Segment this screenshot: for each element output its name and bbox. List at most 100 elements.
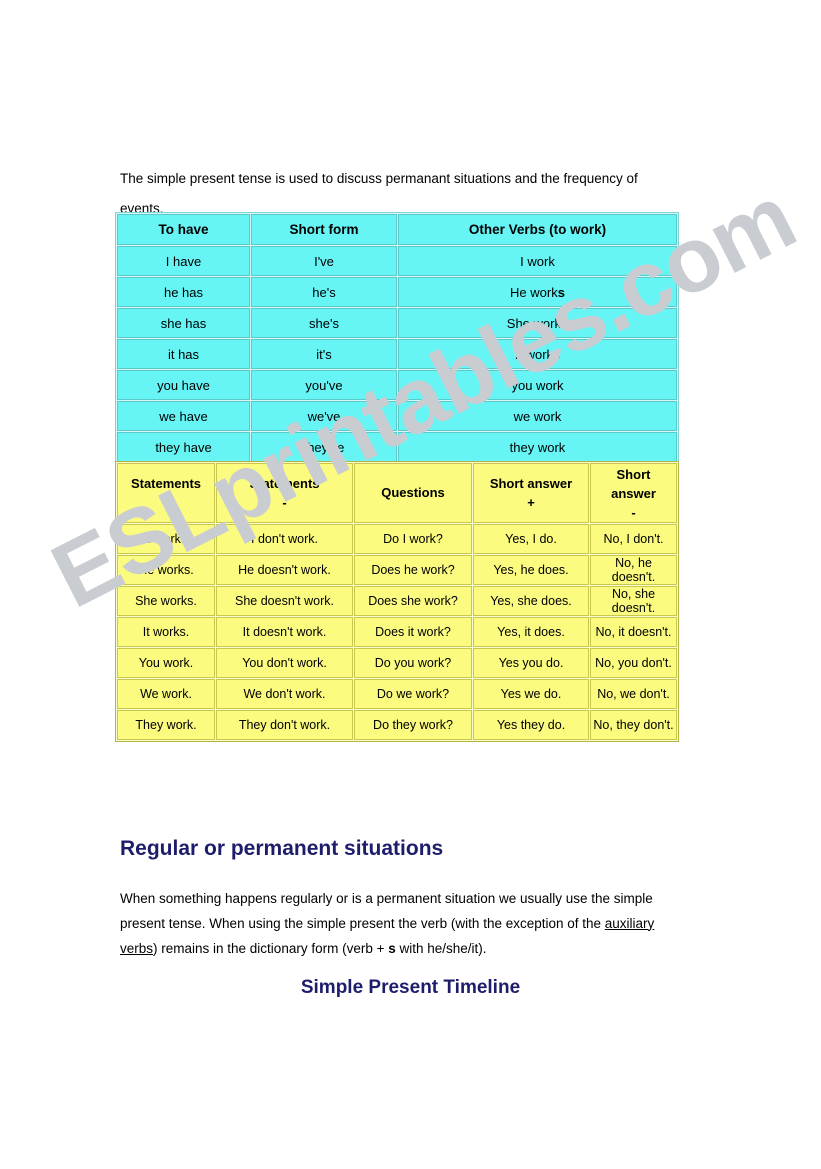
header-sign: + <box>162 495 170 510</box>
body-text-part2: ) remains in the dictionary form (verb + <box>153 940 389 956</box>
cell-short-answer-negative: No, it doesn't. <box>590 617 677 647</box>
cell-other-verb: you work <box>398 370 677 400</box>
table-row: she has she's She works <box>117 308 677 338</box>
cell-statement-negative: It doesn't work. <box>216 617 353 647</box>
cell-statement-negative: You don't work. <box>216 648 353 678</box>
section-heading-regular-permanent: Regular or permanent situations <box>120 837 444 861</box>
column-header-to-have: To have <box>117 214 250 245</box>
header-label: Statements <box>249 476 320 491</box>
cell-to-have: I have <box>117 246 250 276</box>
verb-s-suffix: s <box>553 346 561 362</box>
cell-question: Do you work? <box>354 648 472 678</box>
cell-to-have: it has <box>117 339 250 369</box>
cell-short-form: I've <box>251 246 397 276</box>
cell-question: Do they work? <box>354 710 472 740</box>
cell-other-verb: they work <box>398 432 677 462</box>
column-header-other-verbs: Other Verbs (to work) <box>398 214 677 245</box>
verb-stem: you work <box>511 377 564 393</box>
cell-short-answer-negative: No, she doesn't. <box>590 586 677 616</box>
body-text-part1: When something happens regularly or is a… <box>120 890 653 931</box>
column-header-short-answer-negative: Short answer - <box>590 463 677 523</box>
header-sign: + <box>527 495 535 510</box>
worksheet-page: The simple present tense is used to disc… <box>0 0 821 1169</box>
cell-short-answer-positive: Yes, it does. <box>473 617 589 647</box>
cell-question: Does she work? <box>354 586 472 616</box>
table-row: I have I've I work <box>117 246 677 276</box>
cell-statement-positive: We work. <box>117 679 215 709</box>
cell-statement-negative: They don't work. <box>216 710 353 740</box>
table-row: We work. We don't work. Do we work? Yes … <box>117 679 677 709</box>
cell-to-have: she has <box>117 308 250 338</box>
section-body-paragraph: When something happens regularly or is a… <box>120 886 682 961</box>
verb-forms-table: Statements + Statements - Questions Shor… <box>115 461 679 742</box>
cell-question: Does it work? <box>354 617 472 647</box>
to-have-table-body: I have I've I work he has he's He works … <box>117 246 677 462</box>
cell-short-answer-positive: Yes we do. <box>473 679 589 709</box>
verb-stem: It work <box>514 346 554 362</box>
verb-s-suffix: s <box>560 315 569 331</box>
cell-to-have: they have <box>117 432 250 462</box>
table-row: he has he's He works <box>117 277 677 307</box>
header-label: Statements <box>130 476 202 491</box>
cell-other-verb: I work <box>398 246 677 276</box>
cell-other-verb: we work <box>398 401 677 431</box>
cell-other-verb: She works <box>398 308 677 338</box>
table-header-row: Statements + Statements - Questions Shor… <box>117 463 677 523</box>
cell-short-form: you've <box>251 370 397 400</box>
header-sign: - <box>631 504 636 520</box>
cell-question: Do we work? <box>354 679 472 709</box>
header-sign: - <box>282 495 287 510</box>
cell-short-form: they've <box>251 432 397 462</box>
table-row: we have we've we work <box>117 401 677 431</box>
cell-statement-negative: He doesn't work. <box>216 555 353 585</box>
table-row: it has it's It works <box>117 339 677 369</box>
column-header-statements-positive: Statements + <box>117 463 215 523</box>
cell-to-have: you have <box>117 370 250 400</box>
column-header-statements-negative: Statements - <box>216 463 353 523</box>
cell-short-answer-negative: No, I don't. <box>590 524 677 554</box>
cell-short-answer-positive: Yes you do. <box>473 648 589 678</box>
cell-question: Does he work? <box>354 555 472 585</box>
cell-statement-positive: It works. <box>117 617 215 647</box>
verb-stem: I work <box>520 253 555 269</box>
to-have-table: To have Short form Other Verbs (to work)… <box>115 212 679 464</box>
verb-forms-table-body: I work. I don't work. Do I work? Yes, I … <box>117 524 677 740</box>
cell-other-verb: He works <box>398 277 677 307</box>
table-row: I work. I don't work. Do I work? Yes, I … <box>117 524 677 554</box>
table-header-row: To have Short form Other Verbs (to work) <box>117 214 677 245</box>
cell-short-answer-negative: No, you don't. <box>590 648 677 678</box>
cell-short-answer-positive: Yes, I do. <box>473 524 589 554</box>
cell-short-answer-positive: Yes, she does. <box>473 586 589 616</box>
body-bold-s: s <box>388 940 396 956</box>
verb-s-suffix: s <box>557 284 565 300</box>
cell-statement-negative: She doesn't work. <box>216 586 353 616</box>
verb-stem: they work <box>509 439 566 455</box>
cell-statement-positive: He works. <box>117 555 215 585</box>
cell-short-form: it's <box>251 339 397 369</box>
table-row: They work. They don't work. Do they work… <box>117 710 677 740</box>
cell-short-answer-positive: Yes they do. <box>473 710 589 740</box>
cell-short-answer-negative: No, he doesn't. <box>590 555 677 585</box>
table-row: She works. She doesn't work. Does she wo… <box>117 586 677 616</box>
table-row: He works. He doesn't work. Does he work?… <box>117 555 677 585</box>
header-label: Short answer <box>489 476 573 491</box>
verb-stem: we work <box>513 408 562 424</box>
cell-statement-positive: They work. <box>117 710 215 740</box>
column-header-short-answer-positive: Short answer + <box>473 463 589 523</box>
cell-short-answer-negative: No, we don't. <box>590 679 677 709</box>
verb-stem: He work <box>510 284 558 300</box>
cell-question: Do I work? <box>354 524 472 554</box>
cell-statement-negative: We don't work. <box>216 679 353 709</box>
cell-short-answer-negative: No, they don't. <box>590 710 677 740</box>
table-row: you have you've you work <box>117 370 677 400</box>
cell-short-form: we've <box>251 401 397 431</box>
table-row: It works. It doesn't work. Does it work?… <box>117 617 677 647</box>
cell-statement-positive: You work. <box>117 648 215 678</box>
table-row: they have they've they work <box>117 432 677 462</box>
cell-to-have: he has <box>117 277 250 307</box>
cell-statement-negative: I don't work. <box>216 524 353 554</box>
cell-other-verb: It works <box>398 339 677 369</box>
cell-statement-positive: I work. <box>117 524 215 554</box>
column-header-questions: Questions <box>354 463 472 523</box>
cell-short-form: he's <box>251 277 397 307</box>
